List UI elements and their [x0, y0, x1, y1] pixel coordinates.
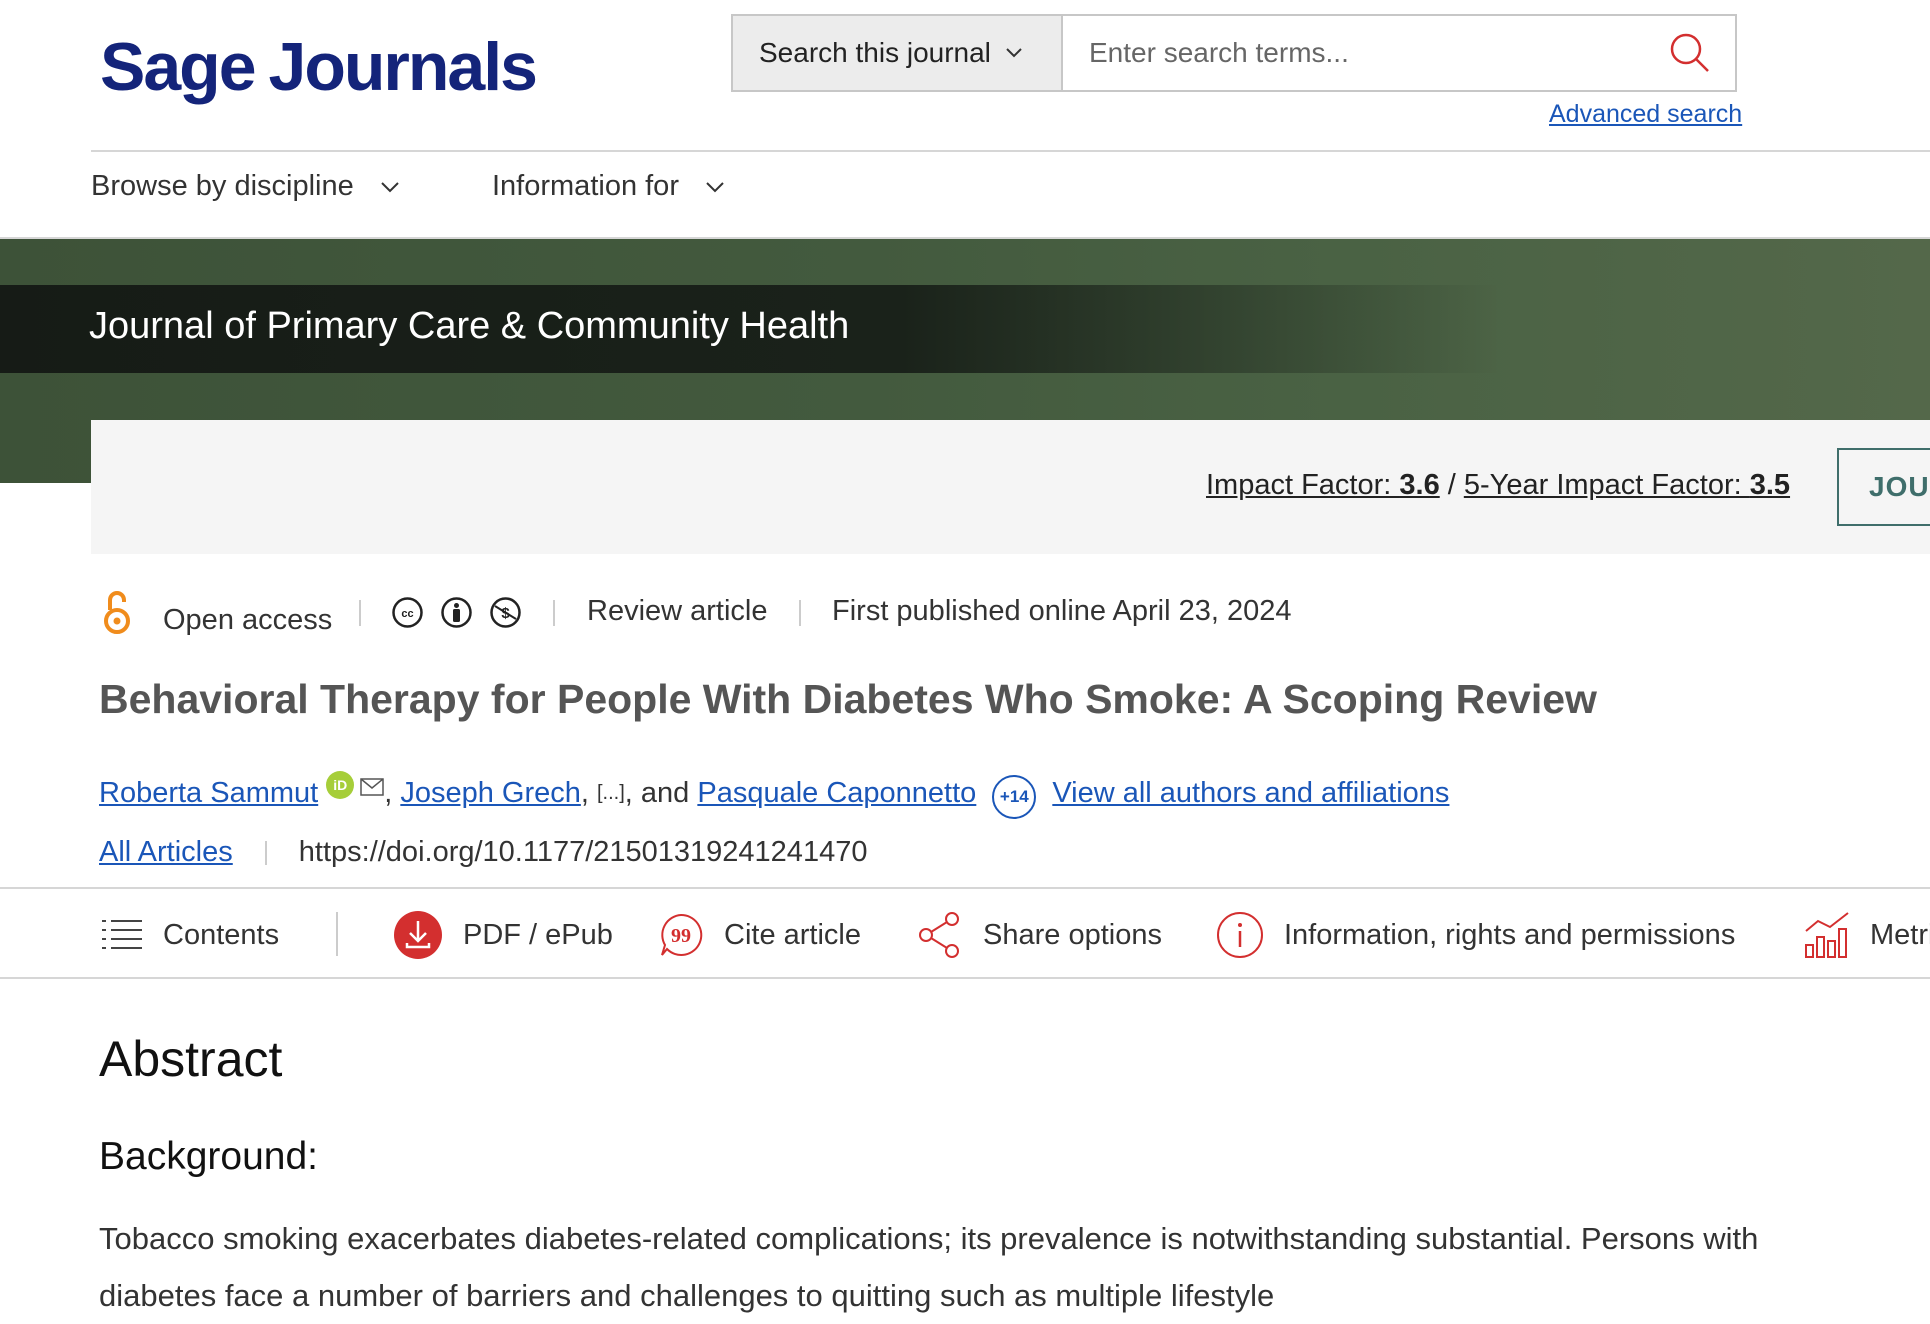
and-text: , and: [624, 776, 698, 809]
svg-text:99: 99: [671, 925, 691, 947]
separator: [799, 600, 801, 626]
sage-journals-logo[interactable]: Sage Journals: [100, 28, 538, 106]
information-for-label: Information for: [492, 170, 679, 202]
noncommercial-icon: $: [490, 597, 521, 628]
impact-factor[interactable]: Impact Factor: 3.6 / 5-Year Impact Facto…: [1206, 469, 1790, 502]
search-input[interactable]: [1063, 16, 1645, 90]
share-icon: [919, 912, 959, 958]
article-type: Review article: [587, 595, 768, 627]
cite-article-button[interactable]: 99 Cite article: [658, 895, 861, 975]
author-list: Roberta Sammut iD , Joseph Grech , [...]…: [99, 771, 1449, 819]
search-icon: [1670, 33, 1709, 72]
more-authors-badge[interactable]: +14: [992, 775, 1037, 819]
background-heading: Background:: [99, 1135, 318, 1178]
contents-button[interactable]: Contents: [101, 895, 279, 975]
author-link[interactable]: Pasquale Caponnetto: [697, 777, 976, 810]
cite-label: Cite article: [724, 918, 861, 951]
slash: /: [1439, 469, 1464, 501]
abstract-heading: Abstract: [99, 1031, 283, 1087]
journal-homepage-button[interactable]: JOUR: [1837, 448, 1930, 526]
separator: [264, 840, 267, 865]
pdf-label: PDF / ePub: [463, 918, 613, 951]
chevron-down-icon: [1006, 48, 1022, 58]
impact-factor-value: 3.6: [1399, 469, 1440, 501]
journal-title[interactable]: Journal of Primary Care & Community Heal…: [89, 305, 849, 348]
five-year-impact-value: 3.5: [1749, 469, 1791, 501]
search-scope-label: Search this journal: [759, 37, 991, 68]
quote-icon: 99: [661, 913, 703, 956]
comma: ,: [384, 776, 401, 809]
license-icons[interactable]: cc $: [391, 596, 522, 629]
article-links: All Articles https://doi.org/10.1177/215…: [99, 836, 867, 869]
info-label: Information, rights and permissions: [1284, 918, 1736, 951]
orcid-icon[interactable]: iD: [326, 771, 355, 799]
open-access-label: Open access: [163, 604, 333, 636]
logo-journals-text: Journals: [268, 29, 538, 105]
doi-link[interactable]: https://doi.org/10.1177/2150131924124147…: [299, 836, 868, 869]
browse-label: Browse by discipline: [91, 170, 354, 202]
view-all-authors-link[interactable]: View all authors and affiliations: [1052, 777, 1449, 810]
list-icon: [102, 920, 142, 949]
article-title: Behavioral Therapy for People With Diabe…: [99, 676, 1597, 722]
separator: [359, 600, 361, 626]
download-icon: [394, 911, 442, 959]
metrics-button[interactable]: Metrics: [1804, 895, 1930, 975]
cc-icon: cc: [392, 597, 423, 628]
information-for-menu[interactable]: Information for: [492, 170, 725, 203]
search-bar: Search this journal: [731, 14, 1737, 92]
search-button[interactable]: [1645, 16, 1735, 90]
authors-ellipsis[interactable]: [...]: [597, 782, 625, 805]
share-options-button[interactable]: Share options: [917, 895, 1162, 975]
information-rights-button[interactable]: Information, rights and permissions: [1216, 895, 1735, 975]
impact-factor-label: Impact Factor:: [1206, 469, 1400, 501]
contents-label: Contents: [163, 918, 280, 951]
divider: [0, 977, 1930, 979]
email-icon[interactable]: [360, 778, 384, 796]
pdf-epub-button[interactable]: PDF / ePub: [393, 895, 613, 975]
separator: [553, 600, 555, 626]
five-year-impact-label: 5-Year Impact Factor:: [1463, 469, 1750, 501]
separator: [336, 912, 338, 956]
comma: ,: [580, 776, 597, 809]
svg-text:cc: cc: [401, 608, 413, 620]
all-articles-link[interactable]: All Articles: [99, 836, 233, 869]
share-label: Share options: [983, 918, 1162, 951]
author-link[interactable]: Joseph Grech: [400, 777, 581, 810]
chevron-down-icon: [381, 181, 399, 192]
open-access-icon: [104, 591, 130, 634]
background-paragraph: Tobacco smoking exacerbates diabetes-rel…: [99, 1221, 1759, 1313]
author-link[interactable]: Roberta Sammut: [99, 777, 318, 810]
publication-date: First published online April 23, 2024: [832, 595, 1292, 627]
bar-chart-icon: [1805, 912, 1849, 958]
attribution-icon: [441, 597, 472, 628]
chevron-down-icon: [706, 181, 724, 192]
search-scope-dropdown[interactable]: Search this journal: [733, 16, 1063, 90]
metrics-label: Metrics: [1870, 918, 1930, 951]
advanced-search-link[interactable]: Advanced search: [1549, 100, 1742, 129]
logo-sage-text: Sage: [100, 29, 257, 105]
divider: [0, 887, 1930, 889]
browse-discipline-menu[interactable]: Browse by discipline: [91, 170, 400, 203]
divider: [91, 150, 1930, 152]
info-icon: [1217, 912, 1263, 958]
